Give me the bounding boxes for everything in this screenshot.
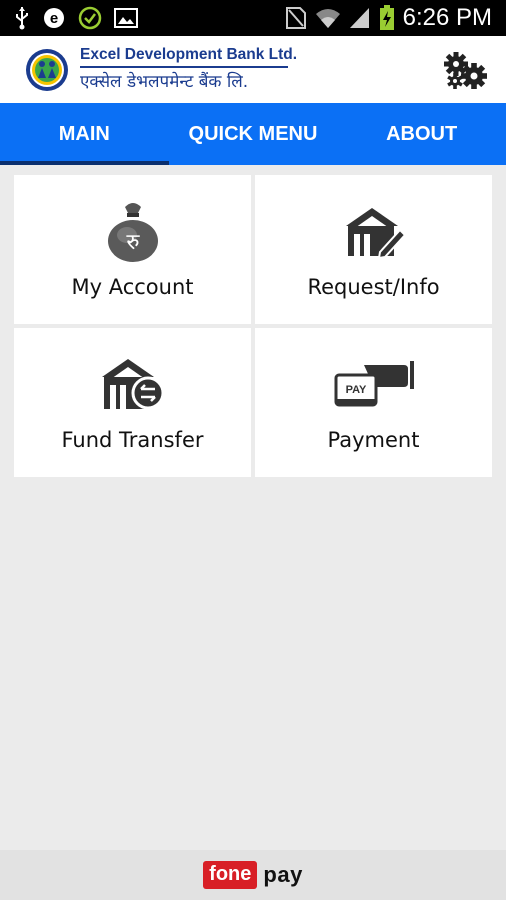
fonepay-logo: fone pay xyxy=(203,861,303,889)
status-bar: e 6:26 PM xyxy=(0,0,506,36)
bank-name-nepali: एक्सेल डेभलपमेन्ट बैंक लि. xyxy=(80,72,249,92)
bank-transfer-icon xyxy=(101,359,164,410)
my-account-label: My Account xyxy=(71,275,194,299)
svg-text:e: e xyxy=(50,10,58,27)
e-app-icon: e xyxy=(44,8,64,28)
my-account-button[interactable]: रु My Account xyxy=(14,175,251,324)
request-info-button[interactable]: Request/Info xyxy=(255,175,492,324)
signal-icon xyxy=(349,8,369,28)
svg-text:PAY: PAY xyxy=(345,384,366,396)
fund-transfer-button[interactable]: Fund Transfer xyxy=(14,328,251,477)
header-divider xyxy=(80,66,288,68)
money-bag-icon: रु xyxy=(107,203,158,262)
payment-button[interactable]: PAY Payment xyxy=(255,328,492,477)
fonepay-fone: fone xyxy=(203,861,258,889)
tab-about[interactable]: ABOUT xyxy=(337,103,506,165)
usb-icon xyxy=(16,7,28,30)
bank-logo xyxy=(26,49,68,91)
tab-bar: MAIN QUICK MENU ABOUT xyxy=(0,103,506,165)
svg-text:रु: रु xyxy=(126,230,140,255)
battery-charging-icon xyxy=(379,5,394,30)
bank-edit-icon xyxy=(345,208,406,258)
bank-name-english: Excel Development Bank Ltd. xyxy=(80,46,298,63)
footer: fone pay xyxy=(0,850,506,900)
fund-transfer-label: Fund Transfer xyxy=(61,428,204,452)
request-info-label: Request/Info xyxy=(307,275,440,299)
tab-main[interactable]: MAIN xyxy=(0,103,169,165)
wifi-icon xyxy=(315,9,340,28)
tab-quick-menu[interactable]: QUICK MENU xyxy=(169,103,338,165)
fonepay-pay: pay xyxy=(263,862,303,887)
settings-gear-icon[interactable] xyxy=(440,50,490,90)
check-circle-icon xyxy=(78,6,102,30)
image-icon xyxy=(114,8,138,28)
pay-card-icon: PAY xyxy=(334,361,414,407)
app-header: Excel Development Bank Ltd. एक्सेल डेभलप… xyxy=(0,36,506,103)
clock: 6:26 PM xyxy=(402,4,492,31)
main-menu-grid: रु My Account Request/Info Fund Transfer… xyxy=(14,175,492,477)
sim-off-icon xyxy=(285,7,306,29)
payment-label: Payment xyxy=(327,428,420,452)
